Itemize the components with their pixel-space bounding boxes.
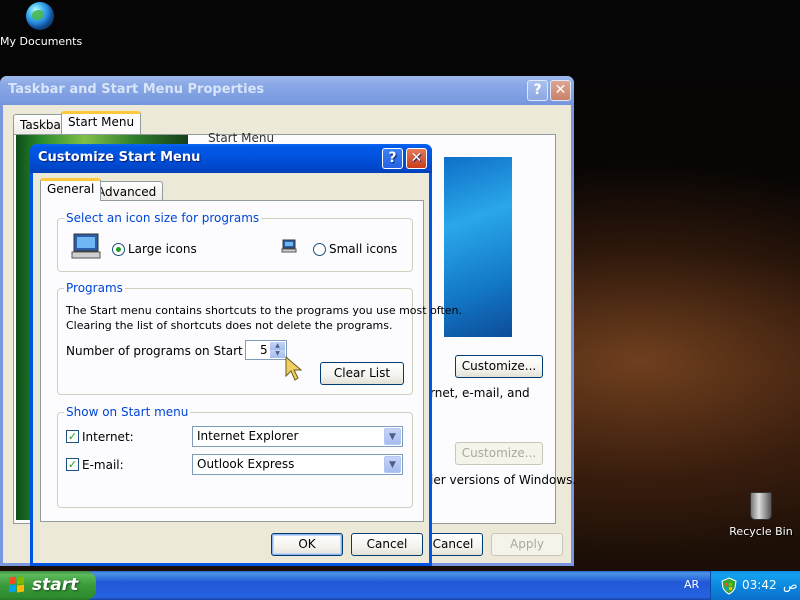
small-icons-label[interactable]: Small icons [329,242,397,256]
customize-start-menu-button[interactable]: Customize... [455,355,543,378]
internet-dropdown-chevron-down-icon[interactable]: ▼ [384,428,401,445]
programs-description-line2: Clearing the list of shortcuts does not … [66,319,393,332]
general-tab-panel: Select an icon size for programs Large i… [40,200,462,522]
customize-title-bar[interactable]: Customize Start Menu ? ✕ [30,144,432,173]
internet-dropdown-value: Internet Explorer [197,429,299,443]
ok-button[interactable]: OK [271,533,343,556]
customize-help-button[interactable]: ? [382,148,403,169]
large-icons-radio[interactable] [112,243,125,256]
email-dropdown-value: Outlook Express [197,457,295,471]
start-menu-description: rnet, e-mail, and [430,386,530,400]
stepper-down-arrow[interactable]: ▼ [270,350,285,358]
stepper-up-arrow[interactable]: ▲ [270,342,285,350]
start-label: start [32,575,79,595]
tab-general[interactable]: General [40,178,102,201]
clear-list-button[interactable]: Clear List [320,362,404,385]
security-shield-icon[interactable] [720,577,738,595]
clock-ampm: ص [783,578,798,592]
system-tray: 03:42 ص [710,571,800,600]
large-icons-label[interactable]: Large icons [128,242,197,256]
email-dropdown[interactable]: Outlook Express ▼ [192,454,403,475]
my-documents-icon [26,2,54,30]
cancel-button[interactable]: Cancel [351,533,423,556]
programs-description-line1: The Start menu contains shortcuts to the… [66,304,463,317]
tab-start-menu[interactable]: Start Menu [61,111,142,134]
internet-checkbox[interactable]: ✓ [66,430,79,443]
start-menu-option-label: Start Menu [208,131,275,145]
recycle-bin-icon [750,492,772,520]
windows-logo-icon [9,576,26,594]
small-icons-icon [281,239,297,253]
mouse-cursor-icon [285,356,303,381]
icon-size-legend: Select an icon size for programs [64,211,262,225]
customize-classic-menu-button[interactable]: Customize... [455,442,543,465]
properties-title: Taskbar and Start Menu Properties [8,82,265,97]
programs-legend: Programs [64,281,125,295]
show-on-start-legend: Show on Start menu [64,405,191,419]
recycle-bin-desktop-icon[interactable]: Recycle Bin [722,490,800,538]
internet-dropdown[interactable]: Internet Explorer ▼ [192,426,403,447]
customize-start-menu-dialog: Customize Start Menu ? ✕ General Advance… [30,144,462,566]
internet-label[interactable]: Internet: [82,430,134,444]
programs-count-stepper[interactable]: 5 ▲ ▼ [245,340,287,360]
email-dropdown-chevron-down-icon[interactable]: ▼ [384,456,401,473]
properties-help-button[interactable]: ? [527,80,548,101]
small-icons-radio[interactable] [313,243,326,256]
properties-close-button[interactable]: ✕ [550,80,571,101]
taskbar: start AR 03:42 ص [0,571,800,600]
show-on-start-menu-group: Show on Start menu ✓ Internet: Internet … [57,405,413,508]
my-documents-desktop-icon[interactable]: My Documents [0,2,83,48]
properties-title-bar[interactable]: Taskbar and Start Menu Properties ? ✕ [0,76,574,105]
recycle-bin-label: Recycle Bin [729,525,793,538]
clock-time[interactable]: 03:42 [742,578,777,592]
properties-cancel-button[interactable]: Cancel [423,533,483,556]
customize-close-button[interactable]: ✕ [406,148,427,169]
icon-size-group: Select an icon size for programs Large i… [57,211,413,272]
properties-apply-button[interactable]: Apply [491,533,563,556]
programs-group: Programs The Start menu contains shortcu… [57,281,462,395]
start-button[interactable]: start [0,571,96,600]
my-documents-label: My Documents [0,35,83,48]
language-indicator[interactable]: AR [684,578,699,591]
email-label[interactable]: E-mail: [82,458,124,472]
customize-title: Customize Start Menu [38,150,201,165]
large-icons-icon [71,233,101,259]
email-checkbox[interactable]: ✓ [66,458,79,471]
classic-menu-description: ier versions of Windows. [430,473,577,487]
programs-count-value[interactable]: 5 [260,343,268,357]
